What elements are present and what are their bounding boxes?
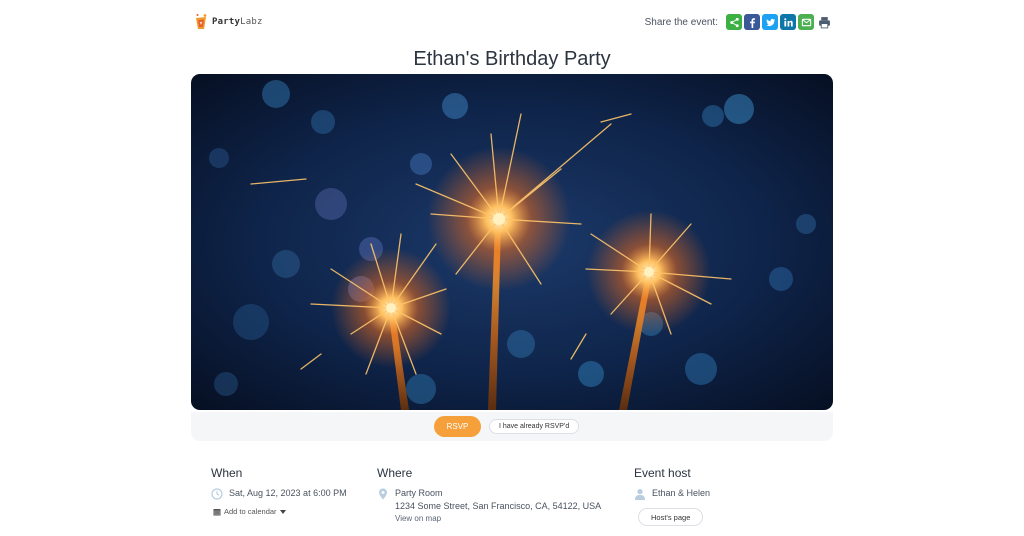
email-icon	[801, 18, 811, 26]
event-title: Ethan's Birthday Party	[413, 48, 611, 70]
email-share-button[interactable]	[798, 14, 814, 30]
share-icon	[729, 17, 739, 27]
sparklers-image	[191, 74, 833, 410]
where-heading: Where	[377, 466, 413, 480]
logo-text-bold: Party	[212, 16, 241, 27]
add-to-calendar-dropdown[interactable]: Add to calendar	[213, 507, 347, 516]
view-on-map-link[interactable]: View on map	[395, 514, 601, 523]
already-rsvpd-button[interactable]: I have already RSVP'd	[489, 419, 580, 434]
twitter-share-button[interactable]	[762, 14, 778, 30]
calendar-icon	[213, 508, 221, 515]
venue-address: 1234 Some Street, San Francisco, CA, 541…	[395, 501, 602, 511]
print-icon	[818, 16, 830, 28]
logo-text-light: Labz	[240, 16, 263, 27]
host-section: Event host Ethan & Helen Host's page	[634, 466, 710, 526]
event-cover-image	[191, 74, 833, 410]
share-button[interactable]	[726, 14, 742, 30]
share-label: Share the event:	[644, 16, 718, 28]
header: PartyLabz Share the event:	[0, 0, 1024, 46]
hosts-page-button[interactable]: Host's page	[638, 508, 704, 526]
facebook-share-button[interactable]	[744, 14, 760, 30]
host-heading: Event host	[634, 466, 691, 480]
rsvp-button[interactable]: RSVP	[434, 416, 481, 437]
logo[interactable]: PartyLabz	[194, 13, 263, 30]
venue-name: Party Room	[395, 488, 443, 498]
when-section: When Sat, Aug 12, 2023 at 6:00 PM Add to…	[211, 466, 347, 516]
host-info: Ethan & Helen	[634, 488, 710, 500]
linkedin-icon	[783, 17, 793, 26]
map-pin-icon	[379, 488, 387, 500]
print-button[interactable]	[816, 14, 832, 30]
rsvp-bar: RSVP I have already RSVP'd	[191, 412, 833, 441]
add-to-calendar-label: Add to calendar	[224, 507, 277, 516]
event-datetime: Sat, Aug 12, 2023 at 6:00 PM	[211, 488, 347, 500]
event-location: Party Room 1234 Some Street, San Francis…	[377, 488, 601, 523]
datetime-text: Sat, Aug 12, 2023 at 6:00 PM	[229, 488, 347, 498]
twitter-icon	[765, 18, 775, 26]
share-bar: Share the event:	[645, 14, 832, 30]
where-section: Where Party Room 1234 Some Street, San F…	[377, 466, 601, 523]
clock-icon	[211, 488, 223, 500]
facebook-icon	[749, 17, 755, 28]
host-names: Ethan & Helen	[652, 488, 711, 498]
user-icon	[635, 489, 645, 500]
partylabz-logo-icon	[196, 14, 207, 29]
caret-down-icon	[279, 509, 286, 514]
linkedin-share-button[interactable]	[780, 14, 796, 30]
when-heading: When	[211, 466, 243, 480]
